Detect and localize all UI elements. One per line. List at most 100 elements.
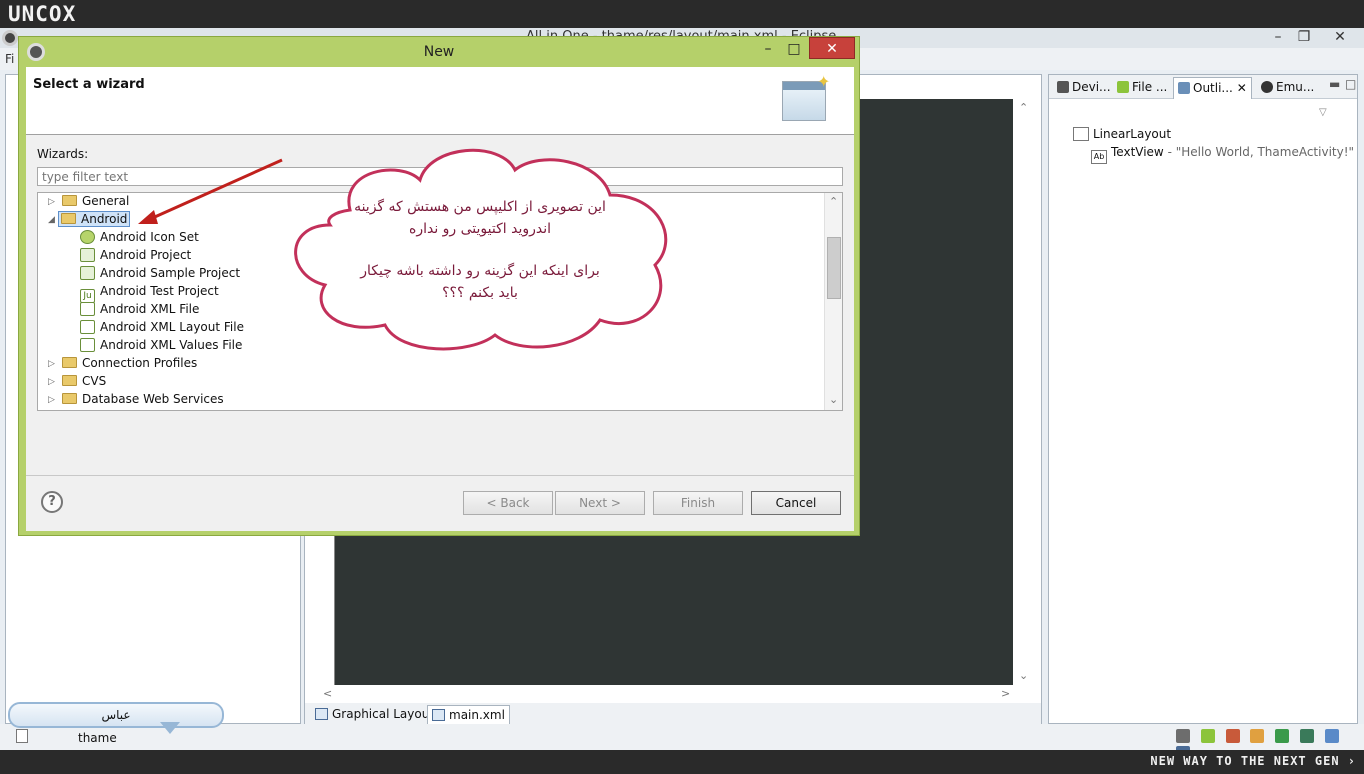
- tab-graphical-layout[interactable]: Graphical Layout: [311, 705, 438, 725]
- android-project-icon: [80, 248, 95, 262]
- dialog-title: New: [423, 44, 455, 60]
- folder-icon: [62, 393, 77, 404]
- dialog-close-button[interactable]: ✕: [809, 37, 855, 59]
- xml-values-file-icon: [80, 338, 95, 352]
- tab-outline[interactable]: Outli... ✕: [1173, 77, 1252, 99]
- menu-file[interactable]: Fi: [5, 52, 14, 66]
- expand-icon[interactable]: ▷: [48, 395, 55, 405]
- annotation-line-4: باید بکنم ؟؟؟: [442, 285, 518, 301]
- help-button[interactable]: ?: [41, 491, 63, 513]
- avd-manager-icon[interactable]: [1225, 729, 1240, 743]
- tagline: NEW WAY TO THE NEXT GEN ›: [1150, 754, 1356, 768]
- tree-item-database-web-services[interactable]: ▷ Database Web Services: [44, 392, 224, 410]
- device-icon: [1057, 81, 1069, 93]
- tab-devices[interactable]: Devi...: [1053, 77, 1115, 99]
- maximize-panel-icon[interactable]: □: [1345, 77, 1356, 91]
- close-tab-icon[interactable]: ✕: [1237, 81, 1247, 95]
- next-button[interactable]: Next >: [555, 491, 645, 515]
- view-menu-icon[interactable]: ▽: [1319, 107, 1327, 118]
- brand-logo: UNCOX: [8, 2, 77, 26]
- linearlayout-icon: [1073, 127, 1089, 141]
- eclipse-app-icon: [2, 30, 18, 46]
- scroll-up-icon[interactable]: ⌃: [1019, 101, 1028, 114]
- dialog-heading: Select a wizard: [33, 77, 145, 92]
- icon-set-icon: [80, 230, 95, 244]
- tree-item-android-sample-project[interactable]: Android Sample Project: [80, 266, 240, 284]
- maximize-button[interactable]: ❐: [1292, 28, 1316, 46]
- cancel-button[interactable]: Cancel: [751, 491, 841, 515]
- brand-bar: UNCOX: [0, 0, 1364, 28]
- tree-item-general[interactable]: ▷ General: [44, 194, 129, 212]
- expand-icon[interactable]: ▷: [48, 377, 55, 387]
- tree-item-connection-profiles[interactable]: ▷ Connection Profiles: [44, 356, 197, 374]
- outline-panel: Devi... File ... Outli... ✕ Emu... ▬ □ ▽…: [1048, 74, 1358, 724]
- folder-icon: [62, 357, 77, 368]
- tree-item-android-test-project[interactable]: Ju Android Test Project: [80, 284, 219, 303]
- annotation-line-3: برای اینکه این گزینه رو داشته باشه چیکار: [360, 263, 600, 279]
- annotation-text: این تصویری از اکلیپس من هستش که گزینه ان…: [320, 196, 640, 304]
- tab-file-explorer[interactable]: File ...: [1113, 77, 1171, 99]
- outline-textview[interactable]: Ab TextView - "Hello World, ThameActivity…: [1091, 145, 1354, 164]
- xml-file-icon: [432, 709, 445, 721]
- tree-item-cvs[interactable]: ▷ CVS: [44, 374, 106, 392]
- expand-icon[interactable]: ▷: [48, 359, 55, 369]
- outline-linearlayout[interactable]: LinearLayout: [1073, 127, 1171, 141]
- editor-vertical-scrollbar[interactable]: ⌃ ⌄: [1013, 99, 1035, 685]
- tree-scrollbar[interactable]: ⌃ ⌄: [824, 193, 842, 410]
- scroll-right-icon[interactable]: >: [1001, 687, 1010, 700]
- tree-item-android-xml-values-file[interactable]: Android XML Values File: [80, 338, 242, 356]
- dialog-separator: [26, 475, 854, 476]
- collapse-icon[interactable]: ◢: [48, 215, 55, 225]
- tab-main-xml[interactable]: main.xml: [427, 705, 510, 725]
- xml-file-icon: [80, 302, 95, 316]
- emulator-icon: [1261, 81, 1273, 93]
- bottom-brand-bar: NEW WAY TO THE NEXT GEN ›: [0, 750, 1364, 774]
- tree-icon[interactable]: [1275, 729, 1290, 743]
- tab-emulator[interactable]: Emu...: [1257, 77, 1318, 99]
- close-button[interactable]: ✕: [1328, 28, 1352, 46]
- scroll-up-icon[interactable]: ⌃: [829, 195, 838, 208]
- tree-item-android-project[interactable]: Android Project: [80, 248, 191, 266]
- scroll-down-icon[interactable]: ⌄: [1019, 669, 1028, 682]
- new-item-icon[interactable]: [16, 729, 28, 743]
- debug-icon[interactable]: [1300, 729, 1315, 743]
- annotation-line-1: این تصویری از اکلیپس من هستش که گزینه: [354, 199, 606, 215]
- android-icon: [1117, 81, 1129, 93]
- minimize-button[interactable]: –: [1266, 28, 1290, 46]
- tree-item-android-xml-layout-file[interactable]: Android XML Layout File: [80, 320, 244, 338]
- sdk-manager-icon[interactable]: [1200, 729, 1215, 743]
- minimize-panel-icon[interactable]: ▬: [1329, 77, 1340, 91]
- run-icon[interactable]: [1250, 729, 1265, 743]
- wizards-label: Wizards:: [37, 147, 89, 161]
- speech-bubble-tail: [160, 722, 180, 734]
- dialog-header: Select a wizard ✦: [26, 67, 854, 135]
- tree-item-android[interactable]: ◢ Android: [44, 211, 131, 230]
- new-wizard-banner-icon: ✦: [782, 72, 830, 121]
- folder-icon: [62, 375, 77, 386]
- editor-tabs: Graphical Layout main.xml: [305, 703, 1041, 725]
- dialog-title-bar[interactable]: New – □ ✕: [19, 37, 859, 67]
- sample-project-icon: [80, 266, 95, 280]
- finish-button[interactable]: Finish: [653, 491, 743, 515]
- junit-icon: Ju: [80, 289, 95, 303]
- tree-item-android-xml-file[interactable]: Android XML File: [80, 302, 199, 320]
- scroll-left-icon[interactable]: <: [323, 687, 332, 700]
- editor-horizontal-scrollbar[interactable]: < >: [319, 685, 1013, 703]
- name-speech-bubble: عباس: [8, 702, 224, 728]
- tree-item-android-icon-set[interactable]: Android Icon Set: [80, 230, 199, 248]
- scrollbar-thumb[interactable]: [827, 237, 841, 299]
- folder-icon: [62, 195, 77, 206]
- annotation-line-2: اندروید اکتیویتی رو نداره: [408, 221, 552, 237]
- annotation-arrow: [138, 158, 283, 224]
- tasks-icon[interactable]: [1324, 729, 1339, 743]
- right-panel-tabs: Devi... File ... Outli... ✕ Emu... ▬ □: [1049, 75, 1357, 99]
- dialog-maximize-button[interactable]: □: [781, 39, 807, 59]
- window-icon[interactable]: [1176, 729, 1190, 743]
- expand-icon[interactable]: ▷: [48, 197, 55, 207]
- dialog-minimize-button[interactable]: –: [755, 39, 781, 59]
- sparkle-icon: ✦: [817, 72, 831, 91]
- outline-icon: [1178, 82, 1190, 94]
- status-project-name: thame: [78, 731, 117, 745]
- back-button[interactable]: < Back: [463, 491, 553, 515]
- scroll-down-icon[interactable]: ⌄: [829, 393, 838, 406]
